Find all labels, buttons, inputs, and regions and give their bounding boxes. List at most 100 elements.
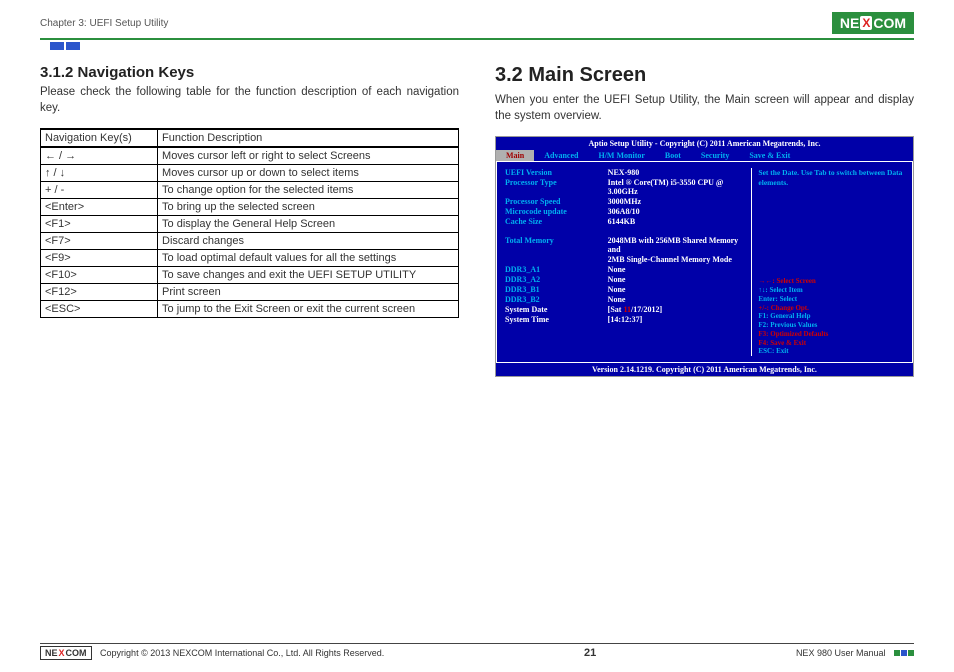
- bios-tab-boot[interactable]: Boot: [655, 150, 691, 161]
- bios-help-text: Set the Date. Use Tab to switch between …: [758, 168, 904, 188]
- bios-field-label: DDR3_B1: [505, 285, 608, 294]
- bios-row: System Date[Sat 11/17/2012]: [505, 305, 751, 314]
- bios-main-panel: UEFI VersionNEX-980Processor TypeIntel ®…: [505, 168, 751, 356]
- th-desc: Function Description: [158, 129, 459, 147]
- bios-tab-security[interactable]: Security: [691, 150, 739, 161]
- bios-tab-advanced[interactable]: Advanced: [534, 150, 588, 161]
- bios-field-label: DDR3_A2: [505, 275, 608, 284]
- bios-row: UEFI VersionNEX-980: [505, 168, 751, 177]
- bios-row: Microcode update306A8/10: [505, 207, 751, 216]
- nav-desc-cell: To display the General Help Screen: [158, 216, 459, 233]
- bios-legend-item: F2: Previous Values: [758, 321, 904, 330]
- nav-desc-cell: Moves cursor up or down to select items: [158, 165, 459, 182]
- nav-desc-cell: Print screen: [158, 284, 459, 301]
- decorative-blocks: [894, 650, 914, 656]
- bios-field-label: Processor Speed: [505, 197, 608, 206]
- bios-footer: Version 2.14.1219. Copyright (C) 2011 Am…: [496, 362, 913, 376]
- footer-left: NEXCOM Copyright © 2013 NEXCOM Internati…: [40, 646, 384, 660]
- table-row: <F7>Discard changes: [41, 233, 459, 250]
- navigation-keys-table: Navigation Key(s) Function Description ←…: [40, 128, 459, 318]
- right-column: 3.2 Main Screen When you enter the UEFI …: [495, 64, 914, 377]
- nav-desc-cell: To change option for the selected items: [158, 182, 459, 199]
- nav-keys-intro: Please check the following table for the…: [40, 85, 459, 116]
- bios-legend-item: F4: Save & Exit: [758, 339, 904, 348]
- table-header-row: Navigation Key(s) Function Description: [41, 129, 459, 147]
- table-row: <F12>Print screen: [41, 284, 459, 301]
- decorative-tabs: [50, 42, 914, 50]
- bios-row: DDR3_B1None: [505, 285, 751, 294]
- bios-field-label: System Date: [505, 305, 608, 314]
- bios-field-value: Intel ® Core(TM) i5-3550 CPU @ 3.00GHz: [608, 178, 752, 196]
- table-row: <F10>To save changes and exit the UEFI S…: [41, 267, 459, 284]
- bios-field-value: None: [608, 265, 752, 274]
- bios-field-value: [Sat 11/17/2012]: [608, 305, 752, 314]
- bios-legend-item: ESC: Exit: [758, 347, 904, 356]
- bios-legend-item: F1: General Help: [758, 312, 904, 321]
- chapter-title: Chapter 3: UEFI Setup Utility: [40, 18, 168, 29]
- nav-key-cell: + / -: [41, 182, 158, 199]
- bios-legend-item: →←: Select Screen: [758, 277, 904, 286]
- bios-legend-item: ↑↓: Select Item: [758, 286, 904, 295]
- bios-field-label: [505, 255, 608, 264]
- page-header: Chapter 3: UEFI Setup Utility NEXCOM: [40, 12, 914, 34]
- nav-key-cell: ↑ / ↓: [41, 165, 158, 182]
- bios-field-label: Cache Size: [505, 217, 608, 226]
- page-number: 21: [584, 647, 596, 659]
- table-row: ← / →Moves cursor left or right to selec…: [41, 147, 459, 165]
- nav-desc-cell: To save changes and exit the UEFI SETUP …: [158, 267, 459, 284]
- nav-key-cell: <F12>: [41, 284, 158, 301]
- page-footer: NEXCOM Copyright © 2013 NEXCOM Internati…: [40, 643, 914, 660]
- bios-row: Processor TypeIntel ® Core(TM) i5-3550 C…: [505, 178, 751, 196]
- copyright-text: Copyright © 2013 NEXCOM International Co…: [100, 648, 384, 658]
- bios-row: System Time[14:12:37]: [505, 315, 751, 324]
- bios-help-panel: Set the Date. Use Tab to switch between …: [751, 168, 904, 356]
- bios-screenshot: Aptio Setup Utility - Copyright (C) 2011…: [495, 136, 914, 377]
- bios-field-value: None: [608, 275, 752, 284]
- bios-tab-save-exit[interactable]: Save & Exit: [739, 150, 800, 161]
- table-row: <F9>To load optimal default values for a…: [41, 250, 459, 267]
- section-heading-nav-keys: 3.1.2 Navigation Keys: [40, 64, 459, 81]
- bios-row: Processor Speed3000MHz: [505, 197, 751, 206]
- table-row: <Enter>To bring up the selected screen: [41, 199, 459, 216]
- bios-legend-item: +/-: Change Opt.: [758, 304, 904, 313]
- bios-tab-main[interactable]: Main: [496, 150, 534, 161]
- bios-legend-item: Enter: Select: [758, 295, 904, 304]
- bios-field-value: None: [608, 295, 752, 304]
- nav-key-cell: <ESC>: [41, 301, 158, 318]
- bios-field-value: 2MB Single-Channel Memory Mode: [608, 255, 752, 264]
- bios-key-legend: →←: Select Screen↑↓: Select ItemEnter: S…: [758, 277, 904, 356]
- table-row: <F1>To display the General Help Screen: [41, 216, 459, 233]
- nexcom-logo: NEXCOM: [832, 12, 914, 34]
- bios-field-value: 306A8/10: [608, 207, 752, 216]
- nav-key-cell: <F9>: [41, 250, 158, 267]
- th-key: Navigation Key(s): [41, 129, 158, 147]
- bios-field-value: 2048MB with 256MB Shared Memory and: [608, 236, 752, 254]
- nav-key-cell: <Enter>: [41, 199, 158, 216]
- bios-field-label: Processor Type: [505, 178, 608, 196]
- bios-field-value: None: [608, 285, 752, 294]
- bios-tab-bar: MainAdvancedH/M MonitorBootSecuritySave …: [496, 150, 913, 162]
- nav-desc-cell: To bring up the selected screen: [158, 199, 459, 216]
- bios-field-label: UEFI Version: [505, 168, 608, 177]
- nav-key-cell: ← / →: [41, 147, 158, 165]
- bios-row: DDR3_B2None: [505, 295, 751, 304]
- nav-key-cell: <F1>: [41, 216, 158, 233]
- footer-logo: NEXCOM: [40, 646, 92, 660]
- bios-field-value: 6144KB: [608, 217, 752, 226]
- nav-desc-cell: Discard changes: [158, 233, 459, 250]
- footer-right: NEX 980 User Manual: [796, 648, 914, 658]
- bios-row: DDR3_A2None: [505, 275, 751, 284]
- header-rule: [40, 38, 914, 40]
- bios-field-label: Total Memory: [505, 236, 608, 254]
- nav-key-cell: <F10>: [41, 267, 158, 284]
- main-screen-intro: When you enter the UEFI Setup Utility, t…: [495, 93, 914, 124]
- bios-field-label: Microcode update: [505, 207, 608, 216]
- bios-title: Aptio Setup Utility - Copyright (C) 2011…: [496, 137, 913, 150]
- nav-desc-cell: Moves cursor left or right to select Scr…: [158, 147, 459, 165]
- bios-legend-item: F3: Optimized Defaults: [758, 330, 904, 339]
- nav-desc-cell: To load optimal default values for all t…: [158, 250, 459, 267]
- bios-tab-h-m-monitor[interactable]: H/M Monitor: [588, 150, 654, 161]
- bios-row: Total Memory2048MB with 256MB Shared Mem…: [505, 236, 751, 254]
- bios-field-value: [14:12:37]: [608, 315, 752, 324]
- section-heading-main-screen: 3.2 Main Screen: [495, 64, 914, 87]
